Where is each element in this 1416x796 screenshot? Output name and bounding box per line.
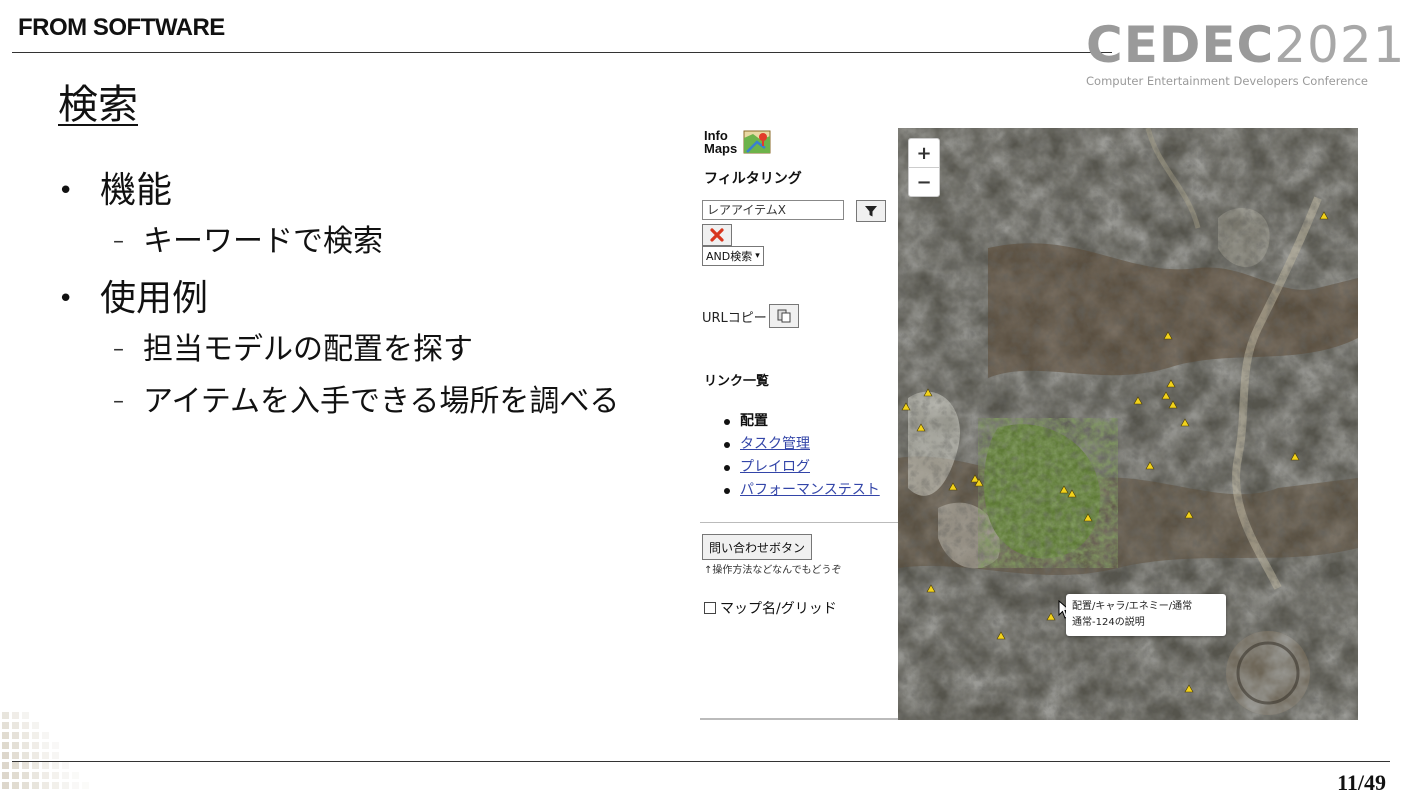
search-mode-value: AND検索: [706, 250, 753, 263]
sub-bullet-text: キーワードで検索: [143, 224, 383, 259]
search-input-value: レアアイテムX: [707, 203, 787, 217]
page-number: 11/49: [1337, 770, 1386, 795]
link-item: プレイログ: [724, 456, 880, 479]
dash-icon: –: [113, 229, 124, 254]
inquiry-button[interactable]: 問い合わせボタン: [702, 534, 813, 560]
marker-tooltip: 配置/キャラ/エネミー/通常 通常-124の説明: [1066, 594, 1226, 636]
link-label-placement: 配置: [740, 413, 768, 429]
cedec-logo-year: 2021: [1274, 16, 1406, 74]
slide-title: 検索: [58, 82, 138, 128]
funnel-icon: [865, 206, 877, 217]
bullet-text: 使用例: [100, 278, 209, 319]
map-view[interactable]: + − 配置/キャラ/エネミー/通常 通常-124の説明: [898, 128, 1358, 720]
chevron-down-icon: ▾: [755, 251, 760, 261]
logo-line-2: Maps: [704, 141, 738, 156]
link-task-management[interactable]: タスク管理: [740, 433, 810, 456]
sub-bullet-item: – アイテムを入手できる場所を調べる: [113, 382, 619, 422]
sub-bullet-item: – 担当モデルの配置を探す: [113, 330, 619, 370]
checkbox-icon[interactable]: [704, 602, 716, 614]
bullet-item: • 機能: [58, 168, 619, 214]
filter-button[interactable]: [856, 200, 886, 222]
close-icon: [710, 228, 724, 242]
bullet-dot-icon: •: [58, 176, 74, 206]
sub-bullet-item: – キーワードで検索: [113, 222, 619, 262]
map-icon: [743, 130, 771, 154]
url-copy-label: URLコピー: [702, 310, 767, 326]
copy-icon: [777, 309, 791, 323]
zoom-control: + −: [908, 138, 940, 197]
zoom-out-button[interactable]: −: [909, 167, 939, 196]
filter-title: フィルタリング: [704, 171, 802, 187]
cedec-logo-text: CEDEC: [1086, 16, 1275, 74]
infomaps-logo[interactable]: Info Maps: [704, 128, 771, 156]
search-mode-select[interactable]: AND検索 ▾: [702, 246, 764, 266]
link-performance-test[interactable]: パフォーマンステスト: [740, 479, 880, 502]
sidebar-bottom-rule: [700, 718, 898, 720]
inquiry-note: ↑操作方法などなんでもどうぞ: [704, 565, 842, 576]
keyword-search-input[interactable]: レアアイテムX: [702, 200, 844, 220]
tooltip-path: 配置/キャラ/エネミー/通常: [1072, 601, 1193, 612]
cedec-logo: CEDEC2021 Computer Entertainment Develop…: [1086, 20, 1404, 92]
zoom-in-button[interactable]: +: [909, 139, 939, 167]
link-item: タスク管理: [724, 433, 880, 456]
cedec-subtitle: Computer Entertainment Developers Confer…: [1086, 74, 1368, 88]
bullet-icon: [724, 487, 730, 494]
dash-icon: –: [113, 337, 124, 362]
dash-icon: –: [113, 389, 124, 414]
url-copy: URLコピー: [702, 304, 799, 328]
infomaps-sidebar: Info Maps フィルタリング レアアイテムX AND検索▾ URLコピー: [700, 124, 898, 720]
corner-decoration: [2, 712, 89, 789]
link-item: パフォーマンステスト: [724, 479, 880, 502]
copy-url-button[interactable]: [768, 304, 799, 328]
links-list: 配置 タスク管理 プレイログ パフォーマンステスト: [724, 410, 880, 502]
links-title: リンク一覧: [704, 374, 770, 389]
sub-bullet-text: 担当モデルの配置を探す: [143, 332, 473, 367]
bullet-item: • 使用例: [58, 276, 619, 322]
sub-bullet-text: アイテムを入手できる場所を調べる: [143, 384, 620, 419]
bullet-icon: [724, 464, 730, 471]
infomaps-app: Info Maps フィルタリング レアアイテムX AND検索▾ URLコピー: [700, 124, 1360, 720]
grid-toggle[interactable]: マップ名/グリッド: [704, 598, 837, 618]
link-item: 配置: [724, 410, 880, 433]
bottom-divider: [12, 761, 1390, 762]
bullet-icon: [724, 418, 730, 425]
bullet-icon: [724, 441, 730, 448]
bullet-dot-icon: •: [58, 284, 74, 314]
brand-logo: FROM SOFTWARE: [18, 14, 225, 41]
tooltip-description: 通常-124の説明: [1072, 617, 1145, 628]
top-divider: [12, 52, 1112, 53]
clear-filter-button[interactable]: [702, 224, 732, 246]
link-playlog[interactable]: プレイログ: [740, 456, 810, 479]
sidebar-divider: [700, 522, 898, 523]
grid-toggle-label: マップ名/グリッド: [720, 601, 837, 617]
bullet-text: 機能: [100, 170, 173, 211]
bullet-list: • 機能 – キーワードで検索 • 使用例 – 担当モデルの配置を探す – アイテムを入手…: [58, 168, 619, 436]
